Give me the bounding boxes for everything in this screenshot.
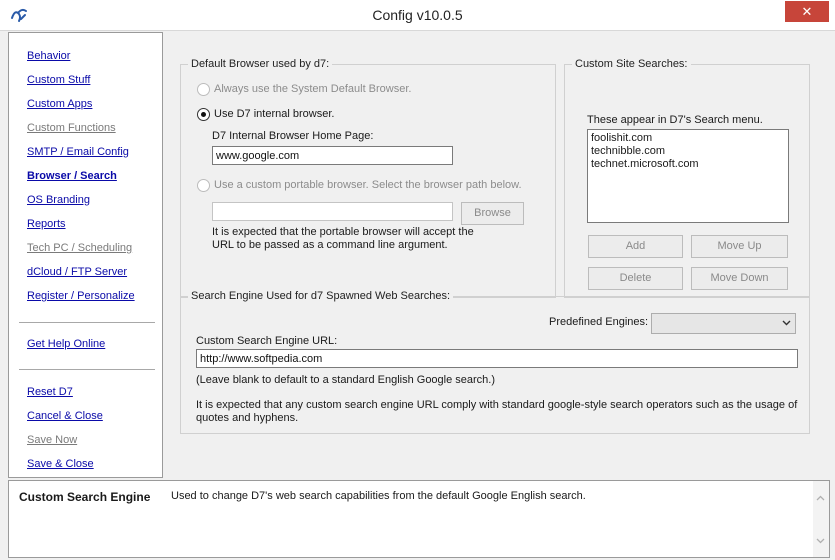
portable-note-line1: It is expected that the portable browser… [212, 226, 474, 238]
predefined-engines-label: Predefined Engines: [549, 316, 649, 328]
engine-note-line1: It is expected that any custom search en… [196, 399, 798, 411]
site-searches-hint: These appear in D7's Search menu. [587, 114, 763, 126]
chevron-down-icon[interactable] [816, 536, 825, 545]
nav-get-help[interactable]: Get Help Online [27, 338, 105, 350]
title-bar: Config v10.0.5 ✕ [0, 0, 835, 31]
radio-portable-label: Use a custom portable browser. Select th… [214, 179, 522, 191]
radio-circle [197, 83, 210, 96]
list-item[interactable]: technibble.com [591, 145, 785, 158]
nav-behavior[interactable]: Behavior [27, 50, 70, 62]
engine-note-line2: quotes and hyphens. [196, 412, 299, 424]
help-topic-description: Used to change D7's web search capabilit… [171, 490, 586, 502]
portable-path-input[interactable] [212, 202, 453, 221]
nav-smtp-email[interactable]: SMTP / Email Config [27, 146, 129, 158]
nav-reports[interactable]: Reports [27, 218, 66, 230]
sidebar-divider [19, 369, 155, 371]
nav-custom-functions[interactable]: Custom Functions [27, 122, 116, 134]
list-item[interactable]: foolishit.com [591, 132, 785, 145]
delete-button[interactable]: Delete [588, 267, 683, 290]
default-browser-group: Default Browser used by d7: Always use t… [180, 58, 556, 298]
default-browser-title: Default Browser used by d7: [188, 58, 333, 70]
nav-custom-apps[interactable]: Custom Apps [27, 98, 92, 110]
nav-custom-stuff[interactable]: Custom Stuff [27, 74, 90, 86]
help-scrollbar[interactable] [813, 481, 829, 557]
predefined-engines-dropdown[interactable] [651, 313, 796, 334]
site-searches-group: Custom Site Searches: These appear in D7… [564, 58, 810, 298]
add-button[interactable]: Add [588, 235, 683, 258]
site-searches-list[interactable]: foolishit.com technibble.com technet.mic… [587, 129, 789, 223]
custom-url-input[interactable] [196, 349, 798, 368]
move-up-button[interactable]: Move Up [691, 235, 788, 258]
blank-default-note: (Leave blank to default to a standard En… [196, 374, 496, 386]
close-button[interactable]: ✕ [785, 1, 829, 22]
site-searches-title: Custom Site Searches: [572, 58, 691, 70]
search-engine-title: Search Engine Used for d7 Spawned Web Se… [188, 290, 454, 302]
help-topic-title: Custom Search Engine [19, 490, 151, 504]
nav-browser-search[interactable]: Browser / Search [27, 170, 117, 182]
move-down-button[interactable]: Move Down [691, 267, 788, 290]
home-page-label: D7 Internal Browser Home Page: [212, 130, 374, 142]
help-description-panel: Custom Search Engine Used to change D7's… [8, 480, 830, 558]
settings-panel: Default Browser used by d7: Always use t… [164, 32, 830, 478]
radio-internal-label: Use D7 internal browser. [214, 108, 335, 120]
save-close-link[interactable]: Save & Close [27, 458, 94, 470]
radio-circle [197, 179, 210, 192]
nav-dcloud[interactable]: dCloud / FTP Server [27, 266, 127, 278]
browse-button[interactable]: Browse [461, 202, 524, 225]
chevron-up-icon[interactable] [816, 494, 825, 503]
window-title: Config v10.0.5 [372, 7, 463, 23]
radio-circle-selected [197, 108, 210, 121]
radio-system-label: Always use the System Default Browser. [214, 83, 412, 95]
nav-tech-pc[interactable]: Tech PC / Scheduling [27, 242, 132, 254]
custom-url-label: Custom Search Engine URL: [196, 335, 338, 347]
home-page-input[interactable] [212, 146, 453, 165]
nav-os-branding[interactable]: OS Branding [27, 194, 90, 206]
sidebar: Behavior Custom Stuff Custom Apps Custom… [8, 32, 163, 478]
reset-d7-link[interactable]: Reset D7 [27, 386, 73, 398]
sidebar-divider [19, 322, 155, 324]
nav-register[interactable]: Register / Personalize [27, 290, 135, 302]
portable-note-line2: URL to be passed as a command line argum… [212, 239, 448, 251]
cancel-close-link[interactable]: Cancel & Close [27, 410, 103, 422]
save-now-link[interactable]: Save Now [27, 434, 77, 446]
list-item[interactable]: technet.microsoft.com [591, 158, 785, 171]
chevron-down-icon [782, 320, 791, 326]
